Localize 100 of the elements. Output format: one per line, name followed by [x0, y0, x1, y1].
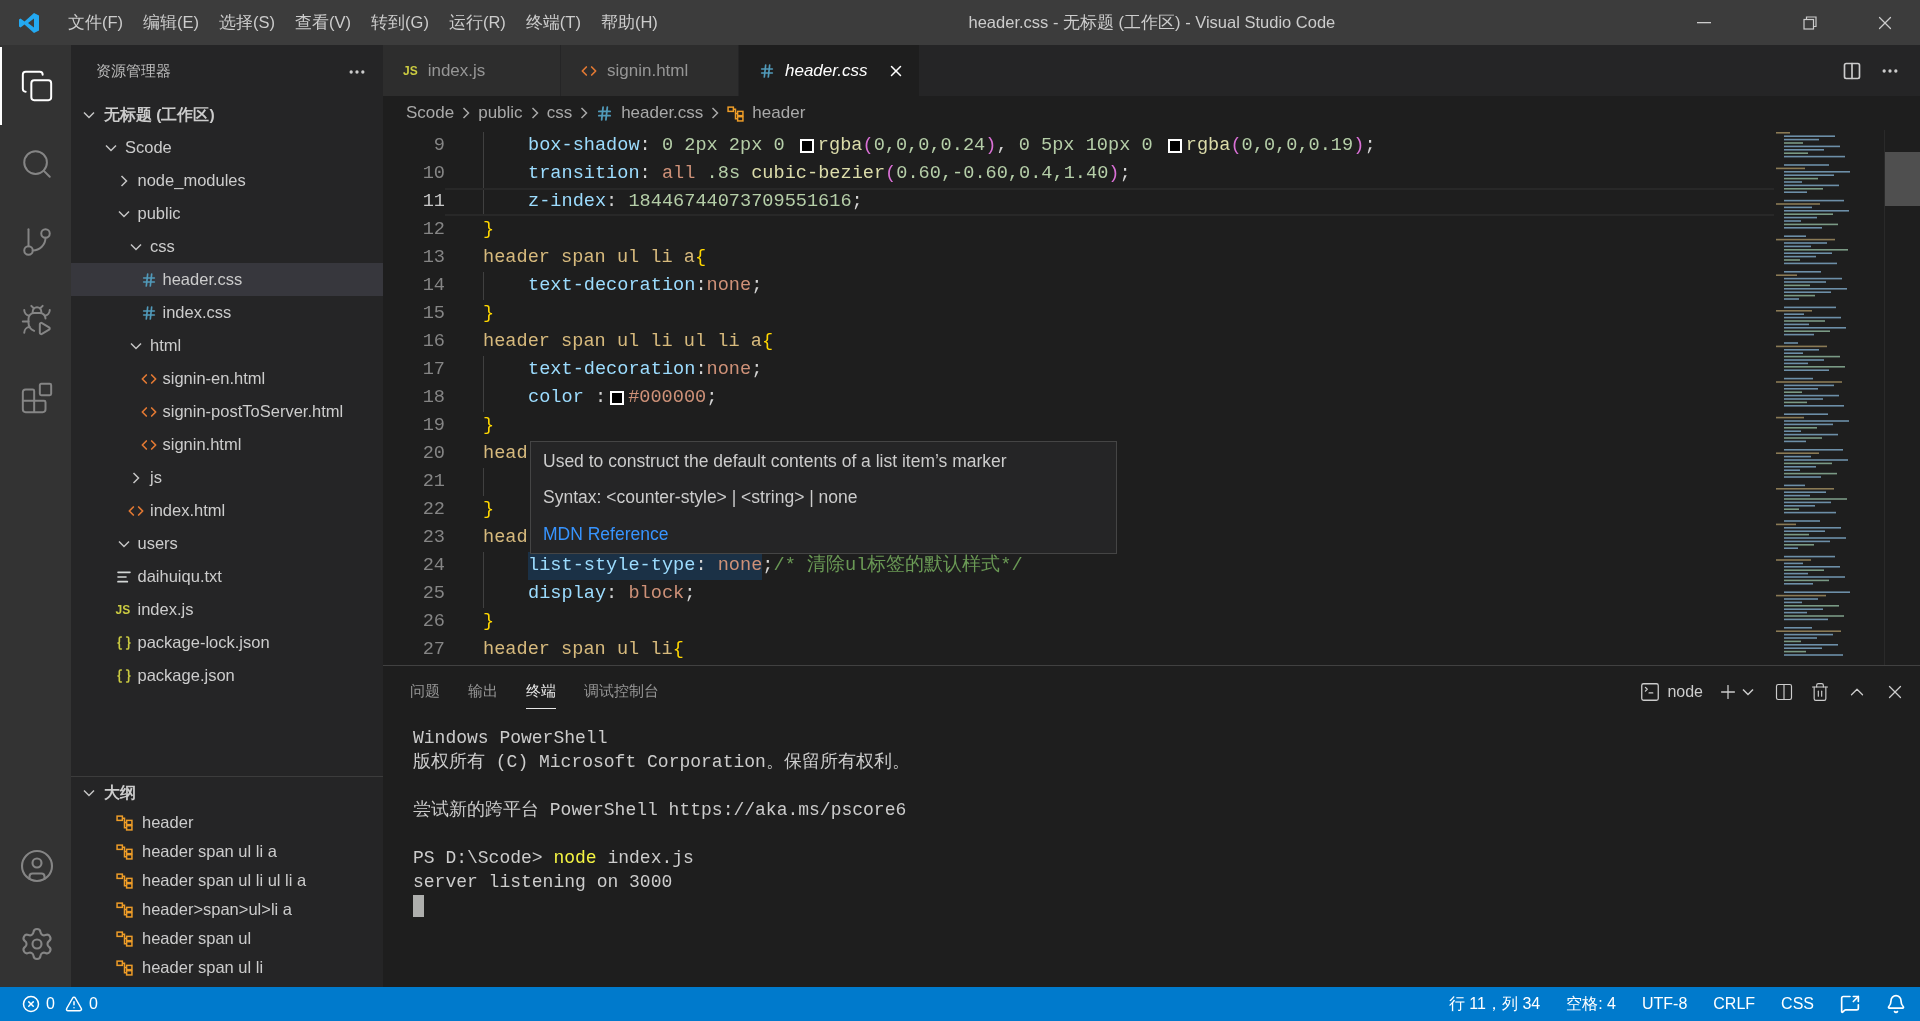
code-token: #000000	[628, 386, 707, 411]
outline-item[interactable]: header span ul li a	[71, 837, 383, 866]
color-swatch[interactable]	[799, 139, 814, 153]
file-item[interactable]: package.json	[71, 659, 383, 692]
code-token: 0,0,0,0.19	[1241, 134, 1354, 159]
folder-item[interactable]: html	[71, 329, 383, 362]
outline-item[interactable]: header span ul li ul li a	[71, 866, 383, 895]
breadcrumb-item[interactable]: Scode	[406, 100, 455, 126]
breadcrumb-item[interactable]: public	[478, 100, 523, 126]
menu-item[interactable]: 终端(T)	[515, 0, 591, 45]
notifications-icon[interactable]	[1886, 994, 1906, 1014]
class-symbol-icon	[727, 104, 745, 122]
chevron-down-icon[interactable]	[1742, 688, 1754, 696]
line-number: 18	[421, 386, 445, 411]
file-item[interactable]: package-lock.json	[71, 626, 383, 659]
outline-item[interactable]: header span ul	[71, 924, 383, 953]
class-symbol-icon	[116, 930, 133, 947]
code-token: ;	[762, 554, 774, 579]
terminal-text: PS D:\Scode>	[413, 846, 544, 870]
file-item[interactable]: signin-postToServer.html	[71, 395, 383, 428]
folder-item[interactable]: css	[71, 230, 383, 263]
chevron-right-icon	[119, 174, 128, 187]
code-token: all	[661, 162, 697, 187]
file-item[interactable]: signin.html	[71, 428, 383, 461]
restore-icon	[1803, 15, 1817, 30]
menu-item[interactable]: 编辑(E)	[133, 0, 210, 45]
terminal-icon	[1639, 681, 1662, 703]
status-item[interactable]: CSS	[1781, 992, 1814, 1016]
code-token: )	[1108, 162, 1120, 187]
menu-item[interactable]: 选择(S)	[209, 0, 286, 45]
code-token: }	[483, 414, 495, 439]
menu-item[interactable]: 文件(F)	[58, 0, 134, 45]
file-item[interactable]: index.css	[71, 296, 383, 329]
file-item[interactable]: index.html	[71, 494, 383, 527]
code-token: :	[606, 582, 619, 607]
hash-icon	[140, 304, 157, 321]
breadcrumb-item[interactable]: css	[546, 100, 573, 126]
warning-count[interactable]: 0	[88, 992, 98, 1016]
panel-tab[interactable]: 问题	[410, 675, 440, 709]
folder-item[interactable]: Scode	[71, 131, 383, 164]
hash-icon	[140, 271, 157, 288]
code-token: :	[639, 134, 652, 159]
mdn-reference-link[interactable]: MDN Reference	[543, 520, 1106, 547]
code-token: ;	[1364, 134, 1376, 159]
workspace-header[interactable]: 无标题 (工作区)	[71, 98, 383, 131]
error-count[interactable]: 0	[46, 992, 55, 1016]
outline-header[interactable]: 大纲	[71, 777, 383, 808]
class-symbol-icon	[116, 843, 133, 860]
file-item[interactable]: daihuiqu.txt	[71, 560, 383, 593]
sidebar-title: 资源管理器	[96, 61, 171, 82]
file-item[interactable]: JS index.js	[71, 593, 383, 626]
color-swatch[interactable]	[1167, 139, 1182, 153]
file-item[interactable]: header.css	[71, 263, 383, 296]
status-item[interactable]: 空格: 4	[1566, 992, 1616, 1016]
breadcrumb-item[interactable]: header	[727, 100, 806, 126]
editor-tab[interactable]: header.css	[739, 45, 919, 96]
line-number: 23	[421, 526, 445, 551]
feedback-icon[interactable]	[1840, 994, 1860, 1014]
outline-item[interactable]: header>span>ul>li a	[71, 895, 383, 924]
code-token: }	[483, 610, 495, 635]
status-item[interactable]: CRLF	[1713, 992, 1756, 1016]
editor-tab[interactable]: JS index.js	[383, 45, 561, 96]
code-token: none	[706, 358, 752, 383]
status-item[interactable]: UTF-8	[1642, 992, 1688, 1016]
menu-item[interactable]: 帮助(H)	[590, 0, 668, 45]
breadcrumb-item[interactable]: header.css	[596, 100, 704, 126]
folder-item[interactable]: users	[71, 527, 383, 560]
code-token: :	[639, 162, 652, 187]
chevron-down-icon	[105, 143, 117, 152]
menu-item[interactable]: 查看(V)	[285, 0, 362, 45]
trash-icon[interactable]	[1810, 682, 1830, 702]
split-terminal-icon[interactable]	[1774, 682, 1794, 702]
outline-item[interactable]: header span ul li	[71, 953, 383, 982]
menu-item[interactable]: 转到(G)	[361, 0, 439, 45]
hash-icon	[759, 62, 775, 79]
code-token: ;	[706, 386, 718, 411]
color-swatch[interactable]	[610, 391, 625, 405]
editor-tab[interactable]: signin.html	[561, 45, 739, 96]
code-token: }	[483, 218, 495, 243]
bug-play-icon	[19, 303, 54, 337]
scrollbar[interactable]	[1884, 130, 1920, 665]
line-number: 21	[421, 470, 445, 495]
line-number: 25	[421, 582, 445, 607]
chevron-right-icon	[132, 471, 140, 484]
panel-tab[interactable]: 输出	[468, 675, 498, 709]
folder-item[interactable]: node_modules	[71, 164, 383, 197]
panel-tab[interactable]: 终端	[526, 675, 556, 709]
terminal-cursor	[413, 895, 424, 917]
folder-item[interactable]: js	[71, 461, 383, 494]
outline-item[interactable]: header	[71, 808, 383, 837]
code-token: ;	[751, 274, 763, 299]
menu-item[interactable]: 运行(R)	[438, 0, 516, 45]
folder-item[interactable]: public	[71, 197, 383, 230]
chevron-down-icon	[83, 788, 95, 797]
code-token: /* 清除ul标签的默认样式*/	[773, 553, 1023, 579]
split-editor-icon[interactable]	[1842, 60, 1862, 81]
file-item[interactable]: signin-en.html	[71, 362, 383, 395]
status-item[interactable]: 行 11，列 34	[1448, 992, 1541, 1016]
terminal-name[interactable]: node	[1667, 680, 1703, 704]
panel-tab[interactable]: 调试控制台	[584, 675, 659, 709]
